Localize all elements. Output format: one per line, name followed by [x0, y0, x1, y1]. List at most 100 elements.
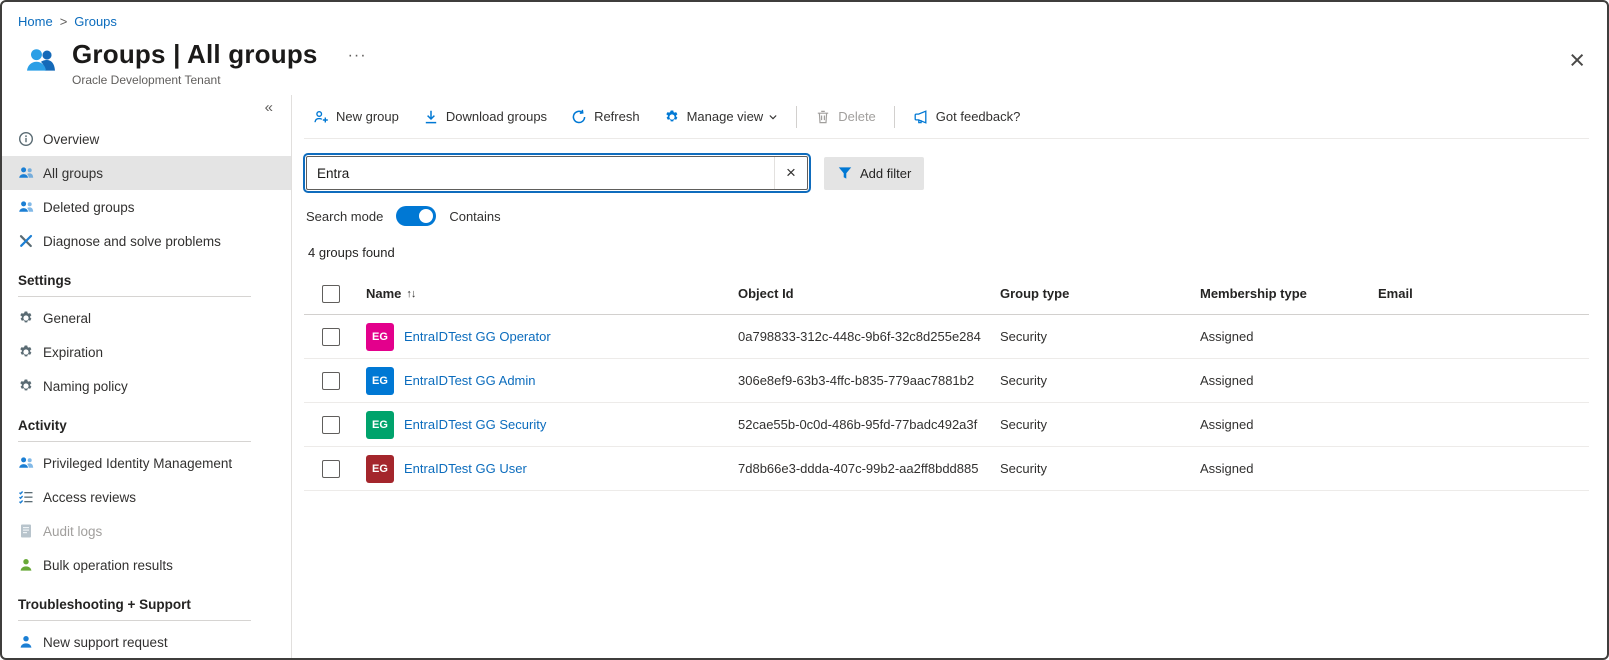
sidebar-section-settings: Settings: [18, 273, 251, 297]
groups-icon-large: [22, 44, 60, 81]
group-type-cell: Security: [1000, 461, 1047, 476]
table-row: EG EntraIDTest GG Security 52cae55b-0c0d…: [304, 403, 1589, 447]
collapse-sidebar-button[interactable]: «: [259, 99, 279, 116]
search-mode-label: Search mode: [306, 208, 384, 224]
group-name-link[interactable]: EntraIDTest GG Admin: [404, 373, 536, 388]
add-filter-label: Add filter: [860, 165, 912, 181]
sidebar-section-label: Troubleshooting + Support: [18, 597, 191, 612]
group-name-link[interactable]: EntraIDTest GG User: [404, 461, 527, 476]
download-groups-button[interactable]: Download groups: [414, 103, 556, 131]
toolbar-divider: [893, 105, 895, 128]
group-name-link[interactable]: EntraIDTest GG Operator: [404, 329, 551, 344]
toggle-knob: [419, 209, 434, 223]
delete-button[interactable]: Delete: [806, 103, 885, 131]
group-name-cell: EG EntraIDTest GG Operator: [366, 322, 738, 351]
sidebar-item-expiration[interactable]: Expiration: [2, 335, 291, 369]
table-row: EG EntraIDTest GG User 7d8b66e3-ddda-407…: [304, 447, 1589, 491]
diagnose-tools-icon: [18, 233, 34, 249]
delete-trash-icon: [815, 109, 831, 125]
sidebar-item-label: Privileged Identity Management: [43, 455, 233, 471]
title-block: Groups | All groups Oracle Development T…: [72, 39, 318, 87]
object-id-cell: 0a798833-312c-448c-9b6f-32c8d255e284: [738, 329, 981, 344]
sidebar-item-diagnose[interactable]: Diagnose and solve problems: [2, 224, 291, 258]
membership-type-cell: Assigned: [1200, 417, 1254, 432]
table-row: EG EntraIDTest GG Operator 0a798833-312c…: [304, 315, 1589, 359]
membership-type-cell: Assigned: [1200, 329, 1254, 344]
groups-all-groups-page: Home > Groups Groups | All groups Oracle D…: [0, 0, 1609, 660]
sidebar-item-label: Overview: [43, 131, 100, 147]
breadcrumb-home-link[interactable]: Home: [18, 14, 53, 29]
group-name-link[interactable]: EntraIDTest GG Security: [404, 417, 546, 432]
delete-label: Delete: [838, 109, 876, 124]
object-id-cell: 52cae55b-0c0d-486b-95fd-77badc492a3f: [738, 417, 978, 432]
breadcrumb: Home > Groups: [2, 2, 1607, 29]
chevron-down-icon: [768, 112, 778, 122]
group-avatar: EG: [366, 454, 394, 483]
gear-icon: [18, 378, 34, 394]
membership-type-cell: Assigned: [1200, 461, 1254, 476]
column-header-name[interactable]: Name ↑↓: [366, 286, 738, 301]
refresh-label: Refresh: [594, 109, 640, 124]
refresh-button[interactable]: Refresh: [562, 103, 649, 131]
group-avatar: EG: [366, 366, 394, 395]
add-filter-button[interactable]: Add filter: [824, 156, 925, 190]
close-icon[interactable]: ×: [1569, 47, 1585, 74]
column-header-membership-type[interactable]: Membership type: [1200, 286, 1378, 301]
page-body: « Overview All groups Deleted groups Dia…: [2, 95, 1607, 658]
sidebar: « Overview All groups Deleted groups Dia…: [2, 95, 292, 658]
got-feedback-button[interactable]: Got feedback?: [904, 103, 1030, 131]
new-group-icon: [313, 109, 329, 125]
pim-people-icon: [18, 455, 34, 471]
group-type-cell: Security: [1000, 329, 1047, 344]
object-id-cell: 7d8b66e3-ddda-407c-99b2-aa2ff8bdd885: [738, 461, 979, 476]
support-person-icon: [18, 634, 34, 650]
sidebar-item-audit-logs[interactable]: Audit logs: [2, 514, 291, 548]
sidebar-item-label: Bulk operation results: [43, 557, 173, 573]
sidebar-item-label: Expiration: [43, 344, 104, 360]
sidebar-item-pim[interactable]: Privileged Identity Management: [2, 446, 291, 480]
search-mode-toggle[interactable]: [396, 206, 437, 226]
manage-view-button[interactable]: Manage view: [655, 103, 788, 131]
sidebar-item-all-groups[interactable]: All groups: [2, 156, 291, 190]
sidebar-item-naming-policy[interactable]: Naming policy: [2, 369, 291, 403]
select-all-checkbox[interactable]: [322, 284, 340, 303]
download-icon: [423, 109, 439, 125]
column-header-object-id[interactable]: Object Id: [738, 286, 1000, 301]
groups-icon: [18, 165, 34, 181]
sidebar-item-new-support-request[interactable]: New support request: [2, 625, 291, 658]
page-header: Groups | All groups Oracle Development T…: [2, 29, 1607, 95]
filter-row: × Add filter: [303, 153, 1589, 193]
row-checkbox[interactable]: [322, 459, 340, 478]
results-count: 4 groups found: [308, 245, 395, 260]
search-input[interactable]: [307, 157, 774, 189]
row-checkbox[interactable]: [322, 327, 340, 346]
row-checkbox[interactable]: [322, 415, 340, 434]
download-groups-label: Download groups: [445, 109, 548, 124]
group-avatar: EG: [366, 410, 394, 439]
search-mode-row: Search mode Contains: [304, 206, 1589, 226]
search-mode-value: Contains: [449, 208, 501, 224]
manage-view-gear-icon: [664, 109, 680, 125]
column-header-group-type[interactable]: Group type: [1000, 286, 1200, 301]
sidebar-item-overview[interactable]: Overview: [2, 122, 291, 156]
breadcrumb-separator: >: [59, 14, 68, 29]
group-avatar: EG: [366, 322, 394, 351]
page-title: Groups | All groups: [72, 39, 318, 69]
row-checkbox[interactable]: [322, 371, 340, 390]
sidebar-item-label: Deleted groups: [43, 199, 135, 215]
checklist-icon: [18, 489, 34, 505]
sidebar-item-access-reviews[interactable]: Access reviews: [2, 480, 291, 514]
sidebar-section-activity: Activity: [18, 418, 251, 442]
more-menu-button[interactable]: ···: [348, 47, 367, 65]
column-header-email[interactable]: Email: [1378, 286, 1589, 301]
breadcrumb-groups-link[interactable]: Groups: [74, 14, 117, 29]
sidebar-item-general[interactable]: General: [2, 301, 291, 335]
sidebar-item-deleted-groups[interactable]: Deleted groups: [2, 190, 291, 224]
tenant-subtitle: Oracle Development Tenant: [72, 73, 221, 87]
toolbar-divider: [796, 105, 798, 128]
new-group-button[interactable]: New group: [304, 103, 408, 131]
group-name-cell: EG EntraIDTest GG Admin: [366, 366, 738, 395]
manage-view-label: Manage view: [686, 109, 764, 124]
sidebar-item-bulk-operation-results[interactable]: Bulk operation results: [2, 548, 291, 582]
clear-search-icon[interactable]: ×: [774, 157, 807, 189]
